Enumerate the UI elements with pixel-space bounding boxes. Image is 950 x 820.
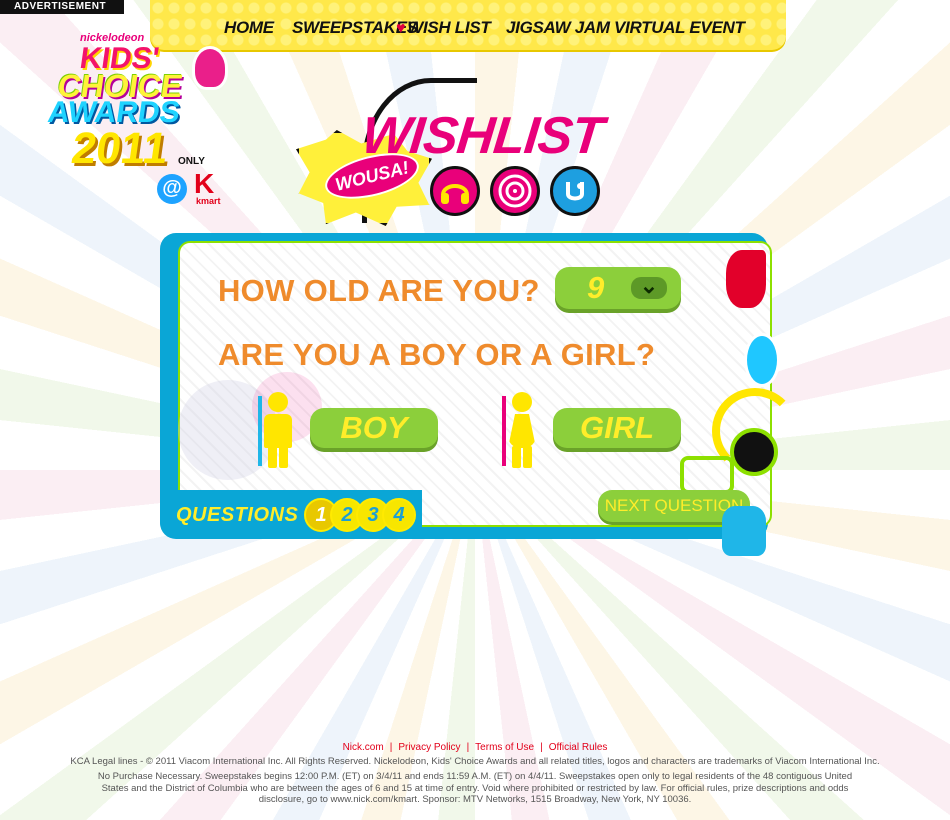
mascot-icon [550, 166, 600, 216]
footer-link-terms[interactable]: Terms of Use [475, 742, 534, 753]
nav-wish-list-label: WISH LIST [407, 18, 491, 37]
footer-link-nick[interactable]: Nick.com [343, 742, 384, 753]
age-question: HOW OLD ARE YOU? [218, 273, 540, 308]
only-label: ONLY [178, 156, 205, 167]
record-icon [490, 166, 540, 216]
advertisement-label: ADVERTISEMENT [0, 0, 124, 14]
girl-button[interactable]: GIRL [553, 408, 681, 448]
footer-links: Nick.com | Privacy Policy | Terms of Use | Off… [60, 742, 890, 753]
question-step-4[interactable]: 4 [382, 498, 416, 532]
footer-separator: | [466, 742, 470, 753]
age-value: 9 [587, 270, 605, 305]
boy-button[interactable]: BOY [310, 408, 438, 448]
mascot-decoration [722, 506, 766, 556]
logo-year: 2011 [68, 124, 171, 173]
girl-icon [502, 392, 540, 468]
red-character-decoration [726, 250, 766, 308]
wishlist-header: WOUSA! WISHLIST [294, 78, 614, 238]
fine-print: No Purchase Necessary. Sweepstakes begin… [97, 771, 853, 805]
nav-virtual-event[interactable]: VIRTUAL EVENT [614, 18, 745, 38]
heart-icon: ♥ [396, 20, 406, 37]
kmart-logo-letter: K [194, 168, 215, 199]
gender-question: ARE YOU A BOY OR A GIRL? [218, 337, 656, 372]
questions-label: QUESTIONS [176, 504, 299, 526]
nav-jigsaw-jam[interactable]: JIGSAW JAM [506, 18, 610, 38]
kmart-logo-name: kmart [196, 196, 221, 206]
legal-text: KCA Legal lines - © 2011 Viacom Internat… [70, 756, 880, 767]
boy-icon [258, 392, 296, 468]
age-dropdown[interactable]: 9 ⌄ [555, 267, 681, 309]
chevron-down-icon: ⌄ [631, 275, 667, 299]
footer: Nick.com | Privacy Policy | Terms of Use | Off… [60, 742, 890, 806]
footer-link-rules[interactable]: Official Rules [549, 742, 608, 753]
headphones-icon [430, 166, 480, 216]
green-x-decoration [680, 456, 734, 494]
footer-separator: | [389, 742, 393, 753]
at-icon: @ [157, 174, 187, 204]
nav-wish-list[interactable]: ♥ WISH LIST [396, 18, 491, 38]
blimp-icon [192, 46, 228, 90]
blue-face-decoration [744, 333, 780, 387]
footer-link-privacy[interactable]: Privacy Policy [398, 742, 460, 753]
footer-separator: | [540, 742, 543, 753]
page-title: WISHLIST [358, 107, 606, 165]
eyeball-decoration [730, 428, 778, 476]
top-nav: HOME SWEEPSTAKES ♥ WISH LIST JIGSAW JAM V… [150, 0, 786, 50]
kids-choice-awards-logo[interactable]: nickelodeon KIDS' CHOICE AWARDS 2011 ONL… [44, 24, 234, 214]
